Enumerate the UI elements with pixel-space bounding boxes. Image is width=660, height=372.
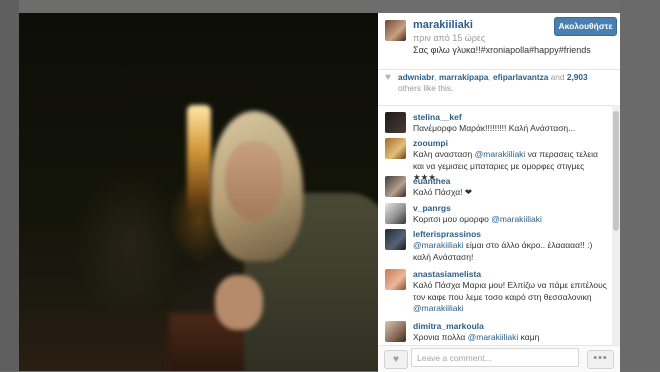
mention-link[interactable]: @marakiiliaki: [413, 240, 464, 250]
photo-light-reflection: [187, 105, 211, 215]
more-options-button[interactable]: •••: [587, 350, 614, 369]
post-side-panel: marakiiliaki πριν από 15 ώρες Σας φιλω γ…: [378, 13, 620, 372]
mention-link[interactable]: @marakiiliaki: [413, 303, 464, 313]
comment-text: Κοριτσι μου ομορφο @marakiiliaki: [413, 214, 542, 224]
photo-hand: [215, 275, 263, 330]
heart-icon: ♥: [393, 354, 399, 365]
author-avatar[interactable]: [385, 20, 406, 41]
comment-text: Χρονια πολλα @marakiiliaki καμη: [413, 332, 540, 342]
commenter-avatar[interactable]: [385, 112, 406, 133]
commenter-avatar[interactable]: [385, 203, 406, 224]
mention-link[interactable]: @marakiiliaki: [475, 149, 526, 159]
comment-input[interactable]: [411, 348, 579, 367]
scrollbar-thumb[interactable]: [613, 111, 619, 231]
mention-link[interactable]: @marakiiliaki: [468, 332, 519, 342]
liker-link[interactable]: marrakipapa: [439, 72, 488, 82]
liker-link[interactable]: adwniabr: [398, 72, 434, 82]
liker-link[interactable]: efiparlavantza: [493, 72, 548, 82]
follow-button[interactable]: Ακολουθήστε: [554, 17, 617, 36]
mention-link[interactable]: @marakiiliaki: [491, 214, 542, 224]
comments-list[interactable]: stelina__kef Πανέμορφο Μαράκ!!!!!!!!! Κα…: [378, 105, 612, 345]
commenter-username[interactable]: dimitra_markoula: [413, 321, 484, 331]
photo-face: [225, 141, 283, 221]
commenter-username[interactable]: lefterisprassinos: [413, 229, 481, 239]
post-header: marakiiliaki πριν από 15 ώρες Σας φιλω γ…: [378, 13, 620, 70]
comments-scrollbar[interactable]: [612, 105, 620, 345]
comment-text: Καλό Πάσχα! ❤: [413, 187, 472, 197]
post-caption: Σας φιλω γλυκα!!#xroniapolla#happy#frien…: [413, 45, 591, 55]
post-photo[interactable]: [19, 13, 378, 371]
likes-text: adwniabr, marrakipapa, efiparlavantza an…: [398, 72, 588, 93]
commenter-username[interactable]: zooumpi: [413, 138, 448, 148]
post-time[interactable]: πριν από 15 ώρες: [413, 33, 485, 43]
likes-summary: ♥ adwniabr, marrakipapa, efiparlavantza …: [378, 70, 620, 106]
commenter-avatar[interactable]: [385, 138, 406, 159]
page-background-left: [0, 0, 19, 371]
likes-count[interactable]: 2,903: [567, 72, 588, 82]
commenter-avatar[interactable]: [385, 229, 406, 250]
commenter-username[interactable]: anastasiamelista: [413, 269, 481, 279]
page-background-right: [620, 0, 660, 371]
like-button[interactable]: ♥: [384, 350, 408, 369]
commenter-username[interactable]: stelina__kef: [413, 112, 462, 122]
commenter-username[interactable]: v_panrgs: [413, 203, 451, 213]
comment-footer: ♥ •••: [378, 345, 620, 372]
comment-text: Καλό Πάσχα Μαρια μου! Ελπίζω να πάμε επι…: [413, 280, 607, 313]
comment-text: Πανέμορφο Μαράκ!!!!!!!!! Καλή Ανάσταση..…: [413, 123, 576, 133]
heart-icon: ♥: [385, 72, 391, 83]
commenter-avatar[interactable]: [385, 321, 406, 342]
author-username[interactable]: marakiiliaki: [413, 19, 473, 31]
commenter-avatar[interactable]: [385, 176, 406, 197]
comment-text: @marakiiliaki είμαι στο άλλο άκρο.. έλαα…: [413, 240, 593, 262]
commenter-avatar[interactable]: [385, 269, 406, 290]
commenter-username[interactable]: euanthea: [413, 176, 450, 186]
